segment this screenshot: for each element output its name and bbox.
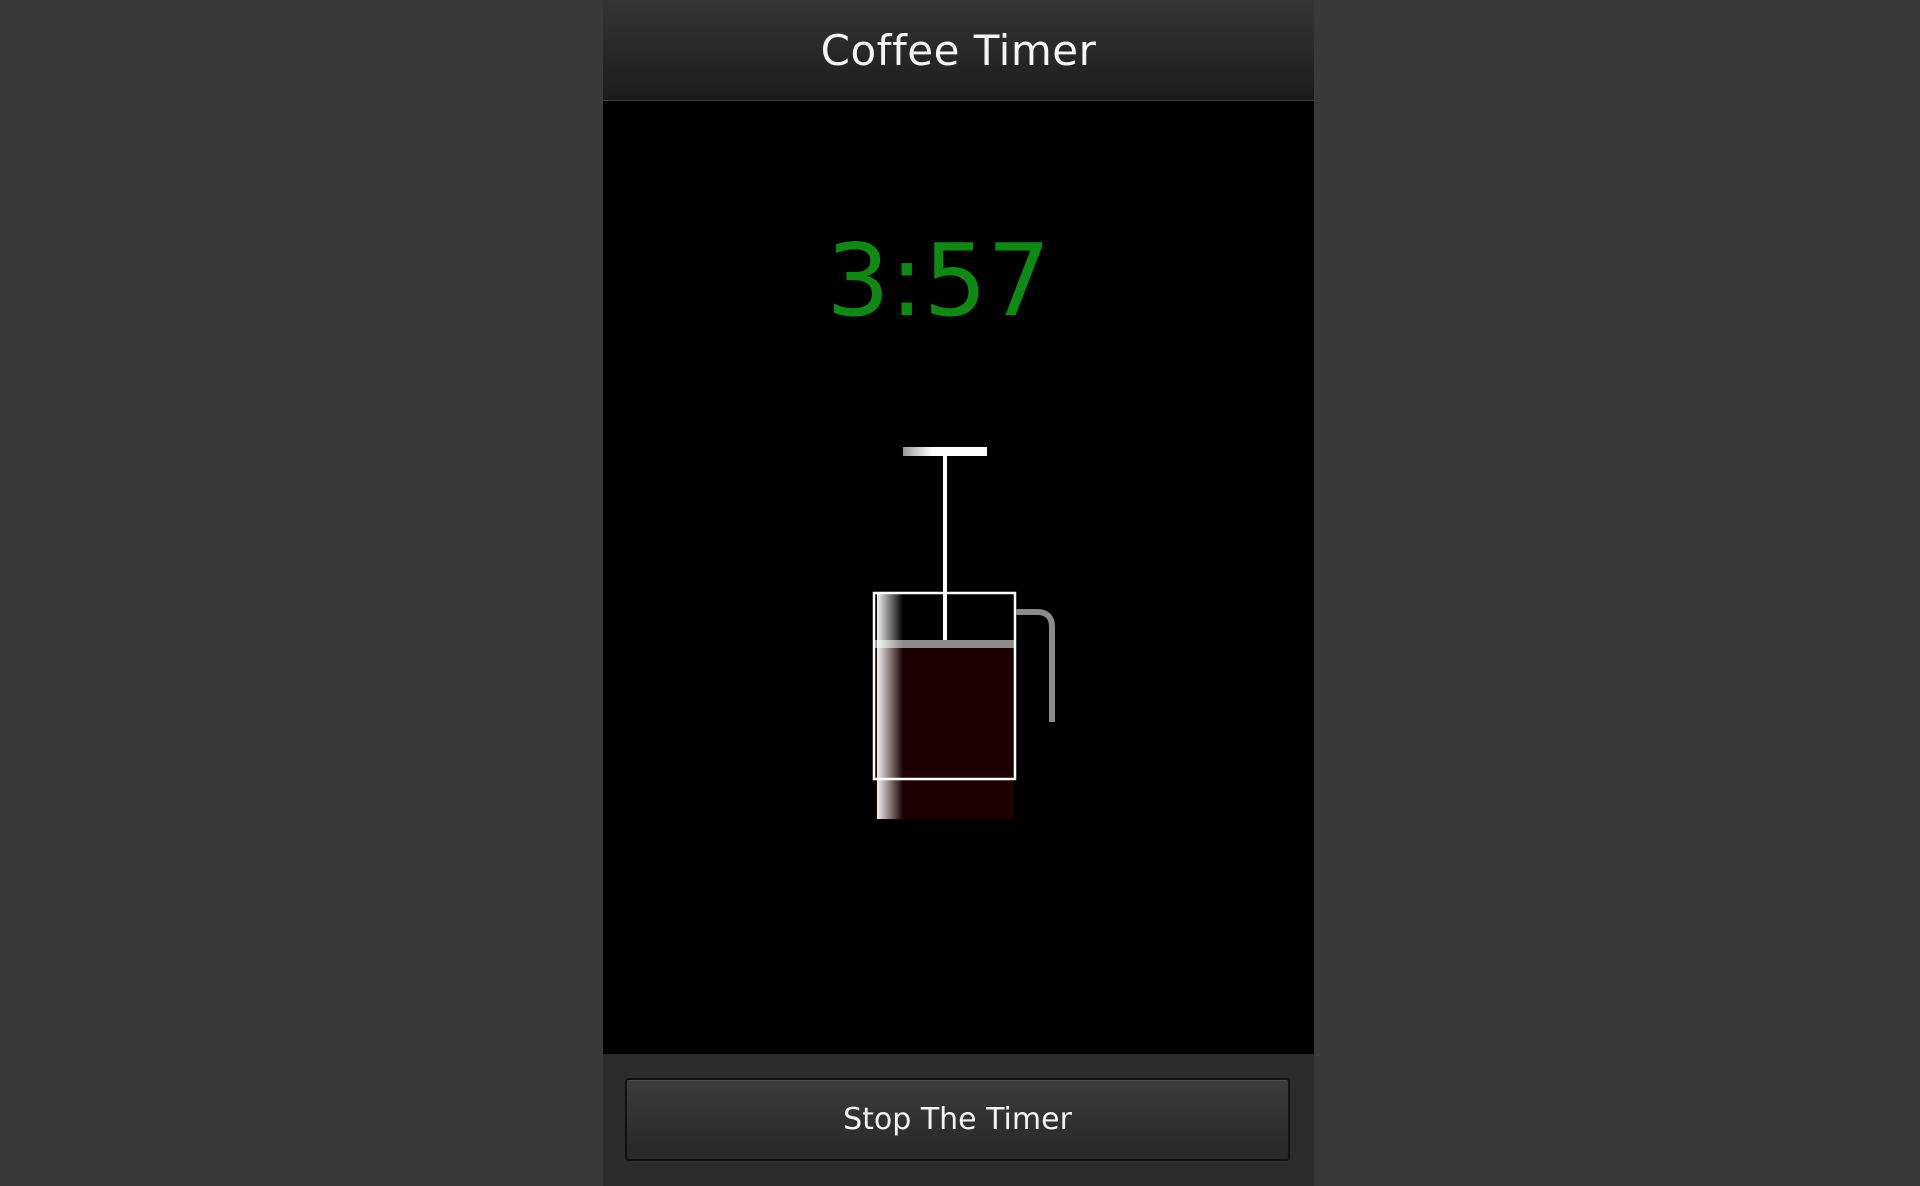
glass-shine xyxy=(877,594,903,819)
french-press-icon xyxy=(872,447,1055,819)
stop-timer-button[interactable]: Stop The Timer xyxy=(625,1078,1290,1161)
plunger-knob xyxy=(903,447,987,456)
plunger-rod xyxy=(943,456,947,644)
page-title: Coffee Timer xyxy=(820,25,1097,75)
press-handle xyxy=(1016,609,1055,722)
action-bar: Stop The Timer xyxy=(603,1054,1314,1186)
main-content: 3:57 xyxy=(603,101,1314,1054)
title-bar: Coffee Timer xyxy=(603,0,1314,101)
app-window: Coffee Timer 3:57 Stop The Timer xyxy=(603,0,1314,1186)
